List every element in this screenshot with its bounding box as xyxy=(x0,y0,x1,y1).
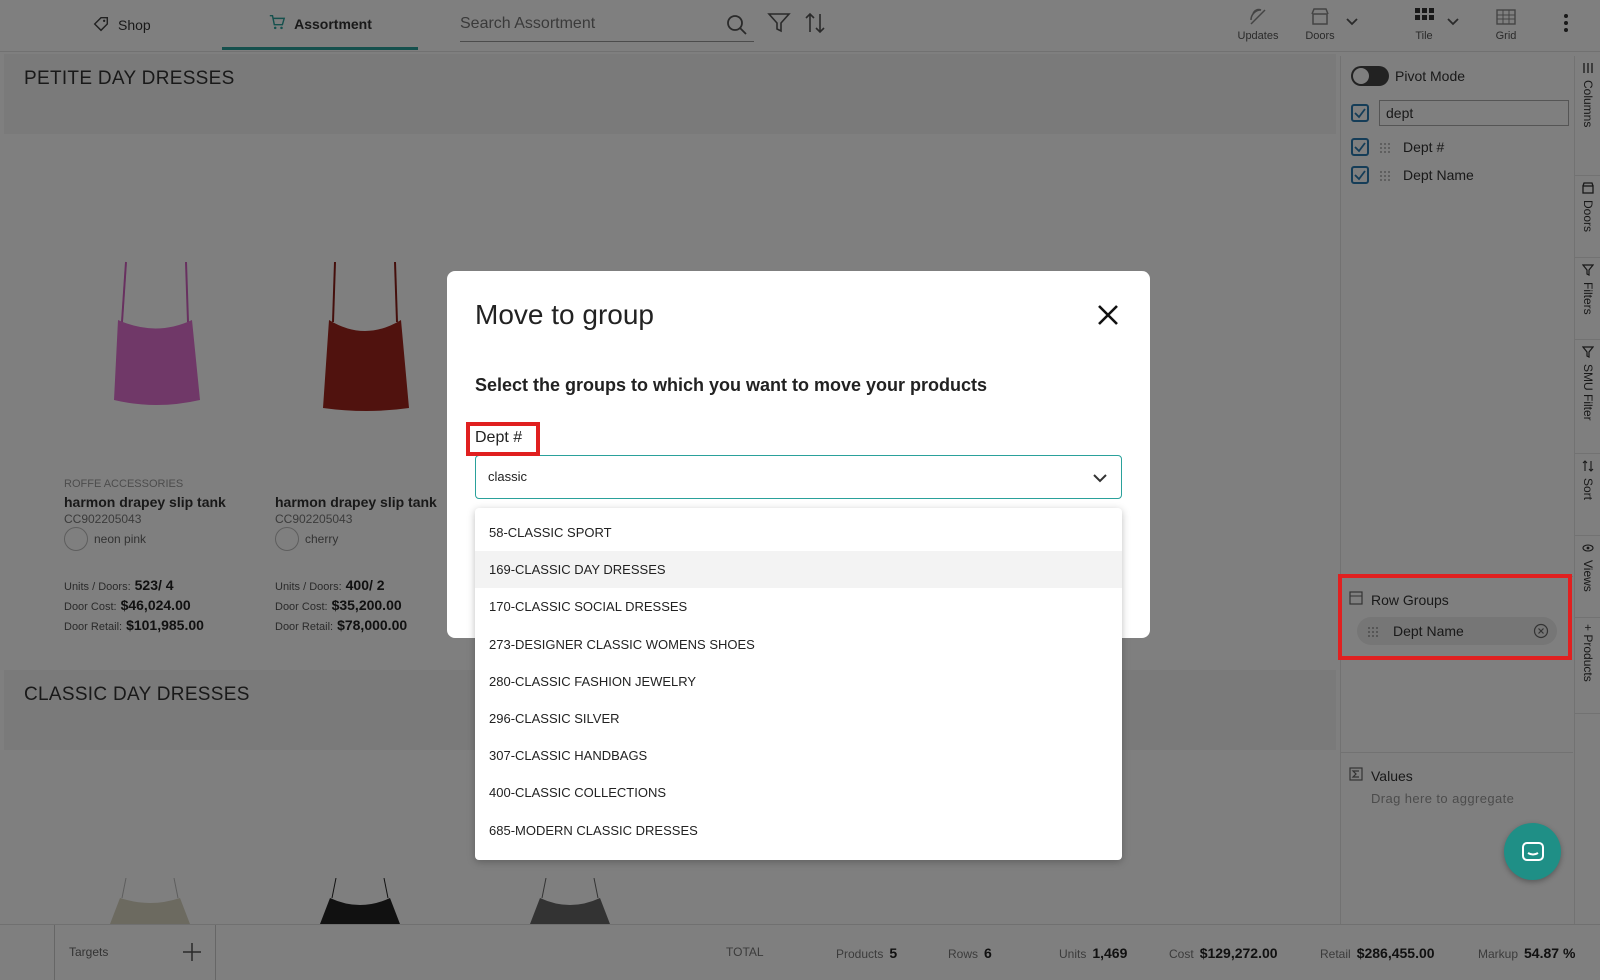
dropdown-option[interactable]: 685-MODERN CLASSIC DRESSES xyxy=(475,812,1122,849)
dept-options-list: 58-CLASSIC SPORT 169-CLASSIC DAY DRESSES… xyxy=(475,508,1122,860)
dept-select[interactable] xyxy=(475,455,1122,499)
highlight-box xyxy=(466,422,540,456)
dialog-subtitle: Select the groups to which you want to m… xyxy=(475,375,988,395)
dropdown-option[interactable]: 170-CLASSIC SOCIAL DRESSES xyxy=(475,588,1122,625)
close-icon[interactable] xyxy=(1094,301,1122,329)
dropdown-option[interactable]: 400-CLASSIC COLLECTIONS xyxy=(475,774,1122,811)
chat-icon xyxy=(1521,841,1544,861)
dropdown-option[interactable]: 273-DESIGNER CLASSIC WOMENS SHOES xyxy=(475,626,1122,663)
dropdown-option[interactable]: 58-CLASSIC SPORT xyxy=(475,514,1122,551)
dropdown-option[interactable]: 307-CLASSIC HANDBAGS xyxy=(475,737,1122,774)
chat-button[interactable] xyxy=(1504,823,1561,880)
highlight-box xyxy=(1338,574,1572,660)
chevron-down-icon[interactable] xyxy=(1091,469,1109,487)
dropdown-option[interactable]: 169-CLASSIC DAY DRESSES xyxy=(475,551,1122,589)
dropdown-option[interactable]: 296-CLASSIC SILVER xyxy=(475,700,1122,737)
dept-select-input[interactable] xyxy=(476,456,1056,496)
dropdown-option[interactable]: 280-CLASSIC FASHION JEWELRY xyxy=(475,663,1122,700)
dialog-title: Move to group xyxy=(475,299,654,330)
